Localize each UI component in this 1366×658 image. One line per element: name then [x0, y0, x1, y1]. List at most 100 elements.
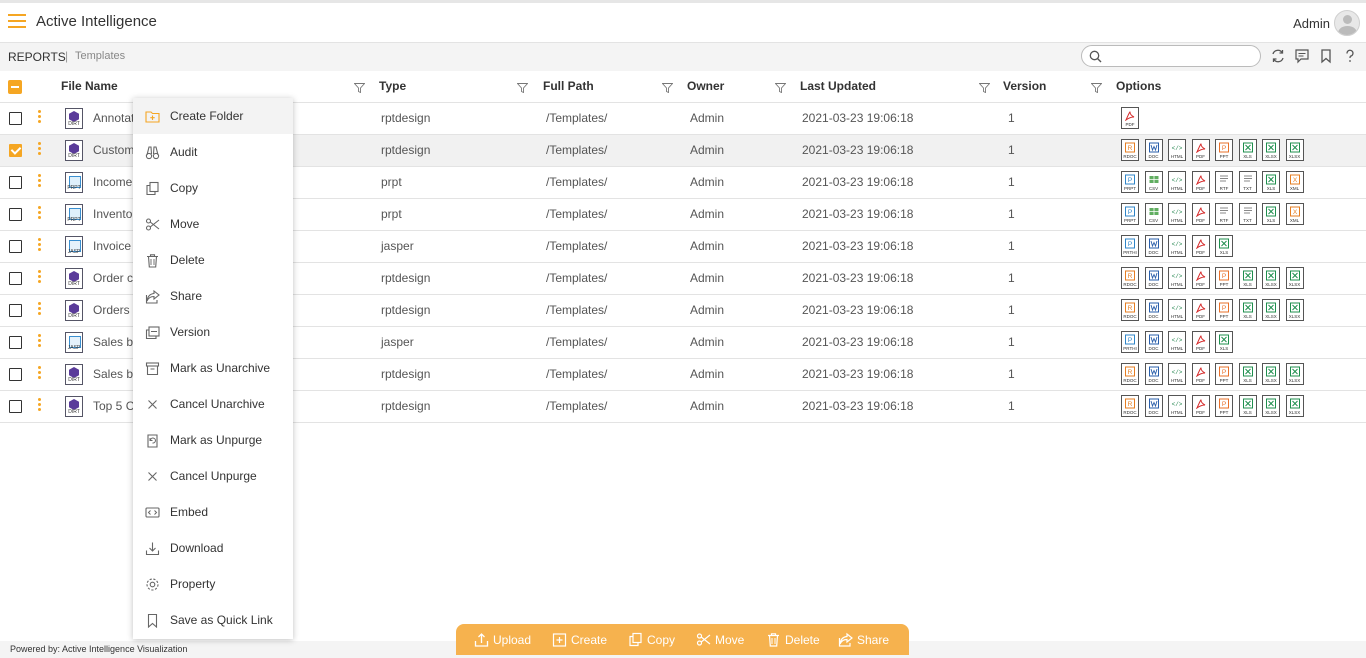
export-rdoc-icon[interactable]: R RDOC — [1121, 139, 1139, 161]
menu-item-embed[interactable]: Embed — [133, 494, 293, 530]
export-html-icon[interactable]: </> HTML — [1168, 139, 1186, 161]
menu-item-download[interactable]: Download — [133, 530, 293, 566]
select-all-checkbox[interactable] — [8, 80, 22, 94]
export-xls-icon[interactable]: XLS — [1238, 267, 1257, 289]
menu-item-cancel-unarchive[interactable]: Cancel Unarchive — [133, 386, 293, 422]
menu-item-save-as-quick-link[interactable]: Save as Quick Link — [133, 602, 293, 638]
filter-icon[interactable] — [979, 83, 990, 93]
row-checkbox[interactable] — [9, 400, 22, 413]
export-pdf-icon[interactable]: PDF — [1191, 363, 1210, 385]
col-full-path[interactable]: Full Path — [543, 79, 594, 93]
filter-icon[interactable] — [517, 83, 528, 93]
filter-icon[interactable] — [662, 83, 673, 93]
export-xml-icon[interactable]: X XML — [1285, 203, 1304, 225]
export-pdf-icon[interactable]: PDF — [1191, 203, 1210, 225]
export-pdf-icon[interactable]: PDF — [1191, 331, 1210, 353]
export-pdf-icon[interactable]: PDF — [1121, 107, 1139, 129]
export-xls-icon[interactable]: XLS — [1238, 363, 1257, 385]
menu-item-audit[interactable]: Audit — [133, 134, 293, 170]
refresh-icon[interactable] — [1270, 48, 1286, 64]
col-file-name[interactable]: File Name — [61, 79, 118, 93]
export-pdf-icon[interactable]: PDF — [1191, 299, 1210, 321]
export-doc-icon[interactable]: DOC — [1144, 331, 1163, 353]
export-html-icon[interactable]: </> HTML — [1168, 267, 1186, 289]
file-name[interactable]: Annotat — [93, 111, 133, 125]
export-xls-icon[interactable]: XLS — [1262, 203, 1280, 225]
export-prpt-icon[interactable]: P PRPT — [1121, 203, 1139, 225]
file-name[interactable]: Invento — [93, 207, 133, 221]
export-doc-icon[interactable]: DOC — [1144, 139, 1163, 161]
menu-item-copy[interactable]: Copy — [133, 170, 293, 206]
export-html-icon[interactable]: </> HTML — [1168, 171, 1186, 193]
file-name[interactable]: Sales b — [93, 335, 133, 349]
comment-icon[interactable] — [1294, 48, 1310, 64]
menu-item-version[interactable]: Version — [133, 314, 293, 350]
export-xls-icon[interactable]: XLS — [1262, 171, 1280, 193]
export-xls-icon[interactable]: XLS — [1238, 299, 1257, 321]
row-menu-icon[interactable] — [38, 238, 42, 254]
user-name[interactable]: Admin — [1293, 16, 1330, 31]
bookmark-icon[interactable] — [1318, 48, 1334, 64]
export-rdoc-icon[interactable]: R RDOC — [1121, 395, 1139, 417]
row-checkbox[interactable] — [9, 272, 22, 285]
file-name[interactable]: Top 5 C — [93, 399, 133, 413]
export-doc-icon[interactable]: DOC — [1144, 363, 1163, 385]
row-checkbox[interactable] — [9, 240, 22, 253]
export-xlsx-icon[interactable]: XLSX — [1285, 267, 1304, 289]
export-pdf-icon[interactable]: PDF — [1191, 235, 1210, 257]
export-html-icon[interactable]: </> HTML — [1168, 363, 1186, 385]
file-name[interactable]: Sales b — [93, 367, 133, 381]
export-ppt-icon[interactable]: P PPT — [1215, 267, 1233, 289]
export-xls-icon[interactable]: XLS — [1238, 139, 1257, 161]
search-box[interactable] — [1081, 45, 1261, 67]
menu-item-share[interactable]: Share — [133, 278, 293, 314]
export-pdf-icon[interactable]: PDF — [1191, 267, 1210, 289]
export-csv-icon[interactable]: CSV — [1144, 171, 1163, 193]
export-ppt-icon[interactable]: P PPT — [1215, 395, 1233, 417]
export-ppt-icon[interactable]: P PPT — [1215, 363, 1233, 385]
col-type[interactable]: Type — [379, 79, 406, 93]
export-csv-icon[interactable]: CSV — [1144, 203, 1163, 225]
avatar[interactable] — [1334, 10, 1360, 36]
export-rtf-icon[interactable]: RTF — [1215, 171, 1233, 193]
menu-item-property[interactable]: Property — [133, 566, 293, 602]
menu-item-create-folder[interactable]: Create Folder — [133, 98, 293, 134]
row-checkbox[interactable] — [9, 144, 22, 157]
export-xls-icon[interactable]: XLS — [1238, 395, 1257, 417]
export-xlsx-icon[interactable]: XLSX — [1262, 299, 1280, 321]
export-xlsx-icon[interactable]: XLSX — [1285, 363, 1304, 385]
row-checkbox[interactable] — [9, 112, 22, 125]
menu-item-mark-as-unarchive[interactable]: Mark as Unarchive — [133, 350, 293, 386]
export-xls-icon[interactable]: XLS — [1215, 331, 1233, 353]
row-checkbox[interactable] — [9, 208, 22, 221]
menu-item-move[interactable]: Move — [133, 206, 293, 242]
export-txt-icon[interactable]: TXT — [1238, 203, 1257, 225]
export-rdoc-icon[interactable]: R RDOC — [1121, 299, 1139, 321]
export-xlsx-icon[interactable]: XLSX — [1285, 299, 1304, 321]
export-xlsx-icon[interactable]: XLSX — [1285, 395, 1304, 417]
col-last-updated[interactable]: Last Updated — [800, 79, 876, 93]
menu-item-mark-as-unpurge[interactable]: Mark as Unpurge — [133, 422, 293, 458]
export-rtf-icon[interactable]: RTF — [1215, 203, 1233, 225]
export-prthi-icon[interactable]: P PRTHI — [1121, 235, 1139, 257]
row-menu-icon[interactable] — [38, 334, 42, 350]
export-doc-icon[interactable]: DOC — [1144, 395, 1163, 417]
export-pdf-icon[interactable]: PDF — [1191, 171, 1210, 193]
file-name[interactable]: Invoice — [93, 239, 133, 253]
export-doc-icon[interactable]: DOC — [1144, 267, 1163, 289]
row-menu-icon[interactable] — [38, 398, 42, 414]
export-html-icon[interactable]: </> HTML — [1168, 395, 1186, 417]
search-input[interactable] — [1106, 48, 1256, 64]
export-xml-icon[interactable]: X XML — [1285, 171, 1304, 193]
row-menu-icon[interactable] — [38, 366, 42, 382]
export-doc-icon[interactable]: DOC — [1144, 235, 1163, 257]
export-xlsx-icon[interactable]: XLSX — [1262, 139, 1280, 161]
row-menu-icon[interactable] — [38, 302, 42, 318]
file-name[interactable]: Order c — [93, 271, 133, 285]
export-ppt-icon[interactable]: P PPT — [1215, 139, 1233, 161]
hamburger-menu-icon[interactable] — [8, 14, 26, 28]
export-html-icon[interactable]: </> HTML — [1168, 235, 1186, 257]
export-ppt-icon[interactable]: P PPT — [1215, 299, 1233, 321]
file-name[interactable]: Orders — [93, 303, 133, 317]
col-version[interactable]: Version — [1003, 79, 1046, 93]
